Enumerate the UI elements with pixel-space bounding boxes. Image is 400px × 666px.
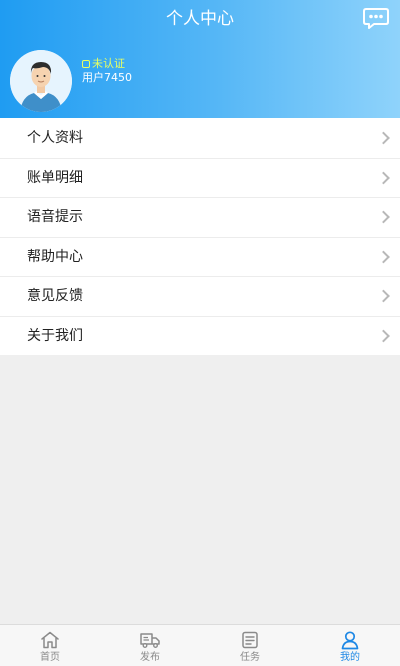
menu-item-label: 意见反馈: [27, 288, 83, 305]
tab-label: 发布: [140, 652, 160, 663]
user-icon: [341, 631, 359, 650]
message-button[interactable]: [362, 7, 390, 31]
home-icon: [41, 631, 59, 649]
tab-label: 我的: [340, 652, 360, 663]
tab-mine[interactable]: 我的: [300, 625, 400, 666]
chat-bubble-icon: [363, 8, 389, 29]
menu-item-label: 账单明细: [27, 169, 83, 186]
tab-label: 任务: [240, 652, 260, 663]
menu-item-profile[interactable]: 个人资料: [0, 118, 400, 158]
menu-item-label: 帮助中心: [27, 248, 83, 265]
menu-item-bills[interactable]: 账单明细: [0, 157, 400, 198]
verification-label: 未认证: [92, 57, 125, 70]
tab-label: 首页: [40, 652, 60, 663]
profile-menu: 个人资料 账单明细 语音提示 帮助中心 意见反馈 关于我们: [0, 118, 400, 355]
tab-publish[interactable]: 发布: [100, 625, 200, 666]
username: 用户7450: [82, 71, 132, 84]
tab-home[interactable]: 首页: [0, 625, 100, 666]
verification-status[interactable]: 未认证: [82, 57, 125, 71]
page-title: 个人中心: [166, 9, 234, 29]
app-root: 个人中心 未认证 用户7450 个人资料 账单明细 语音提示 帮助中心 意见反馈…: [0, 0, 400, 666]
avatar[interactable]: [10, 50, 72, 112]
menu-item-label: 语音提示: [27, 209, 83, 226]
task-list-icon: [242, 631, 258, 649]
chevron-right-icon: [377, 131, 390, 145]
chevron-right-icon: [377, 210, 390, 224]
menu-item-about-us[interactable]: 关于我们: [0, 315, 400, 356]
truck-icon: [140, 633, 160, 648]
verify-square-icon: [82, 60, 90, 68]
menu-item-label: 关于我们: [27, 327, 83, 344]
menu-item-voice-prompt[interactable]: 语音提示: [0, 197, 400, 237]
menu-item-label: 个人资料: [27, 129, 83, 146]
menu-item-help-center[interactable]: 帮助中心: [0, 236, 400, 277]
menu-item-feedback[interactable]: 意见反馈: [0, 276, 400, 316]
bottom-tab-bar: 首页 发布 任务 我的: [0, 624, 400, 666]
chevron-right-icon: [377, 289, 390, 303]
chevron-right-icon: [377, 171, 390, 185]
chevron-right-icon: [377, 250, 390, 264]
avatar-person-icon: [10, 50, 72, 112]
chevron-right-icon: [377, 329, 390, 343]
tab-tasks[interactable]: 任务: [200, 625, 300, 666]
profile-header: 个人中心 未认证 用户7450: [0, 0, 400, 118]
